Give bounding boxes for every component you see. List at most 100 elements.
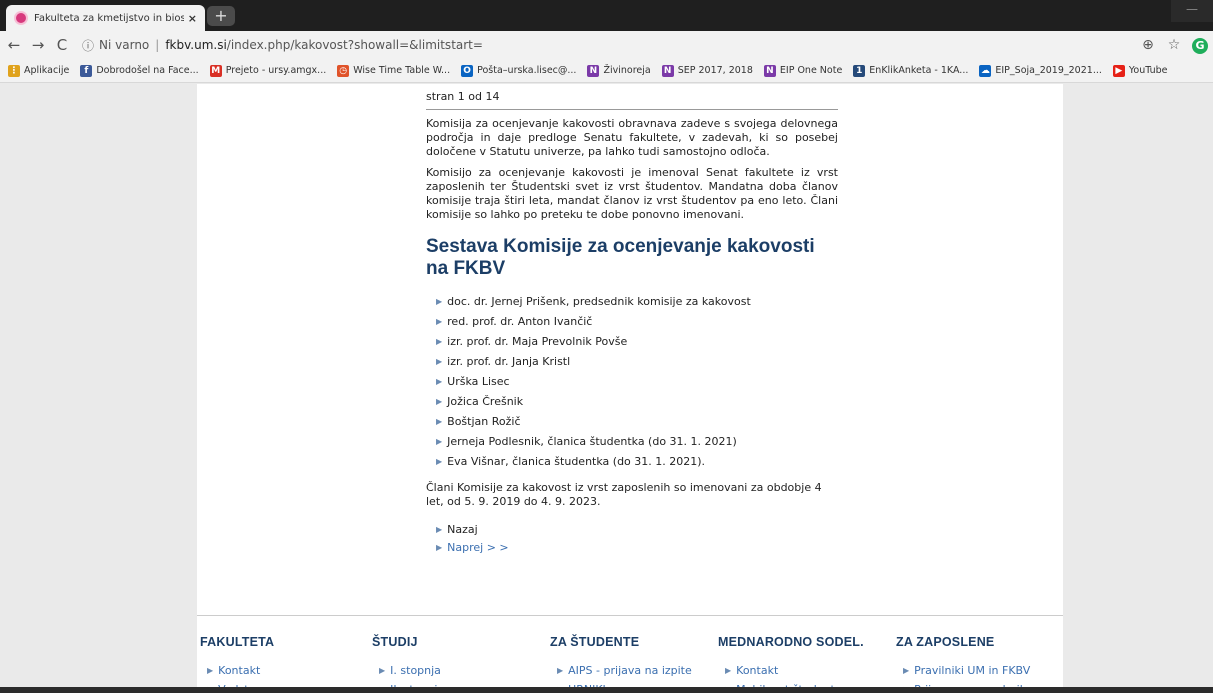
bookmark-label: YouTube [1128, 65, 1168, 76]
bookmark-item[interactable]: ☁ EIP_Soja_2019_2021... [979, 64, 1102, 77]
member-item: ▶ izr. prof. dr. Janja Kristl [436, 352, 838, 372]
bookmark-label: EnKlikAnketa - 1KA... [869, 65, 969, 76]
bullet-arrow-icon: ▶ [379, 666, 386, 675]
footer-title: ZA ŠTUDENTE [550, 635, 640, 649]
footer-column: ZA ŠTUDENTE▶AIPS - prijava na izpite▶URN… [550, 635, 692, 693]
member-name: Eva Višnar, članica študentka (do 31. 1.… [447, 455, 706, 468]
new-tab-button[interactable]: + [207, 6, 235, 26]
member-name: izr. prof. dr. Janja Kristl [447, 355, 571, 368]
close-tab-icon[interactable]: × [188, 12, 197, 25]
bookmark-label: SEP 2017, 2018 [677, 65, 753, 76]
bullet-arrow-icon: ▶ [436, 417, 443, 426]
member-item: ▶ izr. prof. dr. Maja Prevolnik Povše [436, 332, 838, 352]
onenote-icon: N [763, 64, 776, 77]
section-heading: Sestava Komisije za ocenjevanje kakovost… [426, 236, 815, 279]
footer-link[interactable]: ▶ Pravilniki UM in FKBV [903, 662, 1032, 681]
article: stran 1 od 14 Komisija za ocenjevanje ka… [426, 84, 838, 557]
page-viewport: stran 1 od 14 Komisija za ocenjevanje ka… [0, 84, 1213, 693]
member-item: ▶ doc. dr. Jernej Prišenk, predsednik kom… [436, 292, 838, 312]
bookmark-item[interactable]: N EIP One Note [763, 64, 843, 77]
footer-link-label[interactable]: I. stopnja [390, 664, 441, 677]
footer-title: ŠTUDIJ [372, 635, 418, 649]
bookmark-item[interactable]: ◷ Wise Time Table W... [337, 64, 450, 77]
bookmark-label: EIP_Soja_2019_2021... [995, 65, 1102, 76]
back-button[interactable]: ← [2, 36, 26, 54]
address-toolbar: ← → C ⓘ Ni varno | fkbv.um.si/index.php/… [0, 31, 1213, 59]
footer-link-label[interactable]: Pravilniki UM in FKBV [914, 664, 1030, 677]
bookmark-label: Dobrodošel na Face... [96, 65, 199, 76]
footer-link[interactable]: ▶ AIPS - prijava na izpite [557, 662, 692, 681]
bookmark-item[interactable]: M Prejeto - ursy.amgx... [209, 64, 327, 77]
member-item: ▶ Jerneja Podlesnik, članica študentka (d… [436, 432, 838, 452]
bookmark-label: EIP One Note [779, 65, 843, 76]
security-label: Ni varno [99, 38, 150, 52]
footer-link-label[interactable]: Kontakt [218, 664, 260, 677]
member-item: ▶ Boštjan Rožič [436, 412, 838, 432]
bullet-arrow-icon: ▶ [436, 297, 443, 306]
1ka-icon: 1 [853, 64, 866, 77]
bookmark-item[interactable]: 1 EnKlikAnketa - 1KA... [853, 64, 969, 77]
footer-column: MEDNARODNO SODEL.▶Kontakt▶Mobilnost štud… [718, 635, 864, 693]
bookmark-label: Živinoreja [603, 65, 651, 76]
footer-title: ZA ZAPOSLENE [896, 635, 995, 649]
bullet-arrow-icon: ▶ [557, 666, 564, 675]
onenote-icon: N [587, 64, 600, 77]
footer-divider [197, 615, 1063, 616]
minimize-window-button[interactable]: — [1171, 0, 1213, 22]
bullet-arrow-icon: ▶ [436, 377, 443, 386]
browser-tab[interactable]: Fakulteta za kmetijstvo in biosiste × [6, 5, 205, 31]
footer-link-label[interactable]: AIPS - prijava na izpite [568, 664, 692, 677]
gmail-icon: M [209, 64, 222, 77]
member-name: Jerneja Podlesnik, članica študentka (do… [447, 435, 737, 448]
member-item: ▶ Eva Višnar, članica študentka (do 31. 1… [436, 452, 838, 472]
member-item: ▶ red. prof. dr. Anton Ivančič [436, 312, 838, 332]
bookmark-item[interactable]: N Živinoreja [587, 64, 651, 77]
reload-button[interactable]: C [50, 36, 74, 54]
os-taskbar [0, 687, 1213, 693]
intro-paragraph: Komisija za ocenjevanje kakovosti obravn… [426, 117, 838, 158]
term-paragraph: Člani Komisije za kakovost iz vrst zapos… [426, 481, 822, 508]
bullet-arrow-icon: ▶ [436, 543, 443, 552]
bookmark-label: Pošta–urska.lisec@... [477, 65, 577, 76]
member-name: red. prof. dr. Anton Ivančič [447, 315, 593, 328]
bookmark-item[interactable]: f Dobrodošel na Face... [80, 64, 199, 77]
member-item: ▶ Jožica Črešnik [436, 392, 838, 412]
footer-link[interactable]: ▶ Kontakt [725, 662, 864, 681]
footer-link[interactable]: ▶ I. stopnja [379, 662, 444, 681]
footer-title: MEDNARODNO SODEL. [718, 635, 864, 649]
content-column: stran 1 od 14 Komisija za ocenjevanje ka… [197, 84, 1063, 693]
bullet-arrow-icon: ▶ [436, 525, 443, 534]
member-name: Boštjan Rožič [447, 415, 521, 428]
bookmark-item[interactable]: O Pošta–urska.lisec@... [461, 64, 577, 77]
bookmark-item[interactable]: ▶ YouTube [1112, 64, 1168, 77]
bullet-arrow-icon: ▶ [436, 397, 443, 406]
bookmark-item[interactable]: ⋮ Aplikacije [8, 64, 70, 77]
footer-link[interactable]: ▶ Kontakt [207, 662, 274, 681]
nav-next-link[interactable]: Naprej > > [447, 541, 508, 554]
footer-link-label[interactable]: Kontakt [736, 664, 778, 677]
bookmark-item[interactable]: N SEP 2017, 2018 [661, 64, 753, 77]
member-name: Jožica Črešnik [447, 395, 524, 408]
youtube-icon: ▶ [1112, 64, 1125, 77]
bookmark-label: Aplikacije [24, 65, 70, 76]
extension-grammarly-icon[interactable]: G [1187, 37, 1213, 54]
nav-next-item[interactable]: ▶ Naprej > > [436, 539, 838, 557]
info-icon[interactable]: ⓘ [82, 37, 94, 54]
url-path: /index.php/kakovost?showall=&limitstart= [226, 38, 483, 52]
bullet-arrow-icon: ▶ [436, 457, 443, 466]
bullet-arrow-icon: ▶ [436, 437, 443, 446]
pagination: ▶ Nazaj ▶ Naprej > > [426, 521, 838, 557]
bullet-arrow-icon: ▶ [903, 666, 910, 675]
bookmark-label: Prejeto - ursy.amgx... [225, 65, 327, 76]
forward-button[interactable]: → [26, 36, 50, 54]
member-name: doc. dr. Jernej Prišenk, predsednik komi… [447, 295, 751, 308]
bullet-arrow-icon: ▶ [207, 666, 214, 675]
address-bar[interactable]: ⓘ Ni varno | fkbv.um.si/index.php/kakovo… [74, 32, 1135, 58]
nav-prev-item: ▶ Nazaj [436, 521, 838, 539]
footer-column: ŠTUDIJ▶I. stopnja▶II. stopnja [372, 635, 444, 693]
bookmark-star-icon[interactable]: ☆ [1161, 37, 1187, 53]
page-count: stran 1 od 14 [426, 84, 838, 110]
url-host: fkbv.um.si [165, 38, 227, 52]
zoom-icon[interactable]: ⊕ [1135, 37, 1161, 53]
tab-strip: Fakulteta za kmetijstvo in biosiste × + … [0, 0, 1213, 31]
